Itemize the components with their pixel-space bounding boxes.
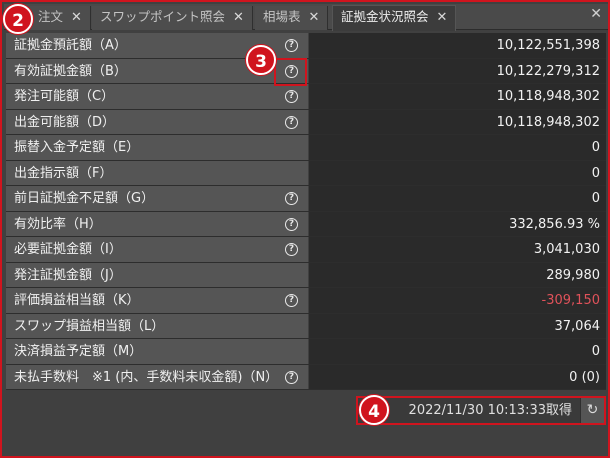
tab-label: 証拠金状況照会: [341, 9, 429, 24]
close-icon[interactable]: ✕: [71, 10, 82, 25]
row-value: 332,856.93 %: [309, 211, 606, 236]
row-label: 未払手数料 ※1 (内、手数料未収金額)（N）: [6, 364, 308, 389]
row-label: 評価損益相当額（K）: [6, 288, 308, 313]
row-value: 0: [309, 160, 606, 185]
close-icon[interactable]: ✕: [309, 10, 320, 25]
margin-status-table: 証拠金預託額（A） ? 10,122,551,398 有効証拠金額（B） ? 1…: [6, 33, 606, 390]
help-icon[interactable]: ?: [285, 294, 298, 307]
tab-order[interactable]: 注文 ✕: [30, 6, 91, 30]
table-row: 決済損益予定額（M） 0: [6, 339, 606, 365]
tab-label: スワップポイント照会: [100, 9, 226, 24]
callout-badge-4: 4: [359, 395, 389, 425]
close-icon[interactable]: ✕: [233, 10, 244, 25]
table-row: 発注可能額（C） ? 10,118,948,302: [6, 84, 606, 110]
callout-badge-3: 3: [246, 45, 276, 75]
tab-swap-point[interactable]: スワップポイント照会 ✕: [92, 6, 253, 30]
row-value: 37,064: [309, 313, 606, 338]
help-icon[interactable]: ?: [285, 115, 298, 129]
row-value: 0: [309, 135, 606, 160]
row-value: 10,122,551,398: [309, 33, 606, 58]
table-row: 有効比率（H） ? 332,856.93 %: [6, 211, 606, 237]
highlight-box: [274, 58, 307, 86]
table-row: 前日証拠金不足額（G） ? 0: [6, 186, 606, 212]
table-row: 発注証拠金額（J） 289,980: [6, 262, 606, 288]
help-icon[interactable]: ?: [285, 370, 298, 384]
row-label: 出金指示額（F）: [6, 160, 308, 185]
row-value: 10,118,948,302: [309, 109, 606, 134]
table-row: 振替入金予定額（E） 0: [6, 135, 606, 161]
table-row: スワップ損益相当額（L） 37,064: [6, 313, 606, 339]
row-label: 発注可能額（C）: [6, 84, 308, 109]
row-value: 0 (0): [309, 364, 606, 389]
row-label: 発注証拠金額（J）: [6, 262, 308, 287]
row-label: スワップ損益相当額（L）: [6, 313, 308, 338]
tab-rate-table[interactable]: 相場表 ✕: [255, 6, 329, 30]
help-icon[interactable]: ?: [285, 192, 298, 205]
table-row: 必要証拠金額（I） ? 3,041,030: [6, 237, 606, 263]
row-value: 10,122,279,312: [309, 58, 606, 83]
tab-label: 注文: [38, 9, 64, 24]
row-value: -309,150: [309, 288, 606, 313]
row-value: 10,118,948,302: [309, 84, 606, 109]
row-value: 0: [309, 339, 606, 364]
window-frame: 注文 ✕ スワップポイント照会 ✕ 相場表 ✕ 証拠金状況照会 ✕ ✕ 証拠金預託額（A…: [0, 0, 610, 458]
row-label: 必要証拠金額（I）: [6, 237, 308, 262]
fetched-timestamp: 2022/11/30 10:13:33取得: [408, 403, 572, 418]
table-row: 評価損益相当額（K） ? -309,150: [6, 288, 606, 314]
row-value: 0: [309, 186, 606, 211]
callout-badge-2: 2: [3, 4, 33, 34]
tab-label: 相場表: [263, 9, 301, 24]
help-icon[interactable]: ?: [285, 39, 298, 52]
table-row: 出金可能額（D） ? 10,118,948,302: [6, 109, 606, 135]
help-icon[interactable]: ?: [285, 90, 298, 103]
row-label: 前日証拠金不足額（G）: [6, 186, 308, 211]
tab-margin-status[interactable]: 証拠金状況照会 ✕: [332, 5, 457, 31]
refresh-icon[interactable]: ↻: [580, 398, 604, 423]
help-icon[interactable]: ?: [285, 217, 298, 231]
table-row: 出金指示額（F） 0: [6, 160, 606, 186]
row-value: 3,041,030: [309, 237, 606, 262]
row-label: 有効比率（H）: [6, 211, 308, 236]
help-icon[interactable]: ?: [285, 243, 298, 256]
table-row: 証拠金預託額（A） ? 10,122,551,398: [6, 33, 606, 59]
row-label: 振替入金予定額（E）: [6, 135, 308, 160]
table-row: 未払手数料 ※1 (内、手数料未収金額)（N） ? 0 (0): [6, 364, 606, 390]
close-icon[interactable]: ✕: [437, 10, 448, 25]
window-close-icon[interactable]: ✕: [590, 6, 602, 22]
tab-bar: 注文 ✕ スワップポイント照会 ✕ 相場表 ✕ 証拠金状況照会 ✕ ✕: [4, 4, 608, 31]
row-label: 出金可能額（D）: [6, 109, 308, 134]
status-footer: 2022/11/30 10:13:33取得 ↻: [356, 396, 606, 425]
row-value: 289,980: [309, 262, 606, 287]
row-label: 決済損益予定額（M）: [6, 339, 308, 364]
